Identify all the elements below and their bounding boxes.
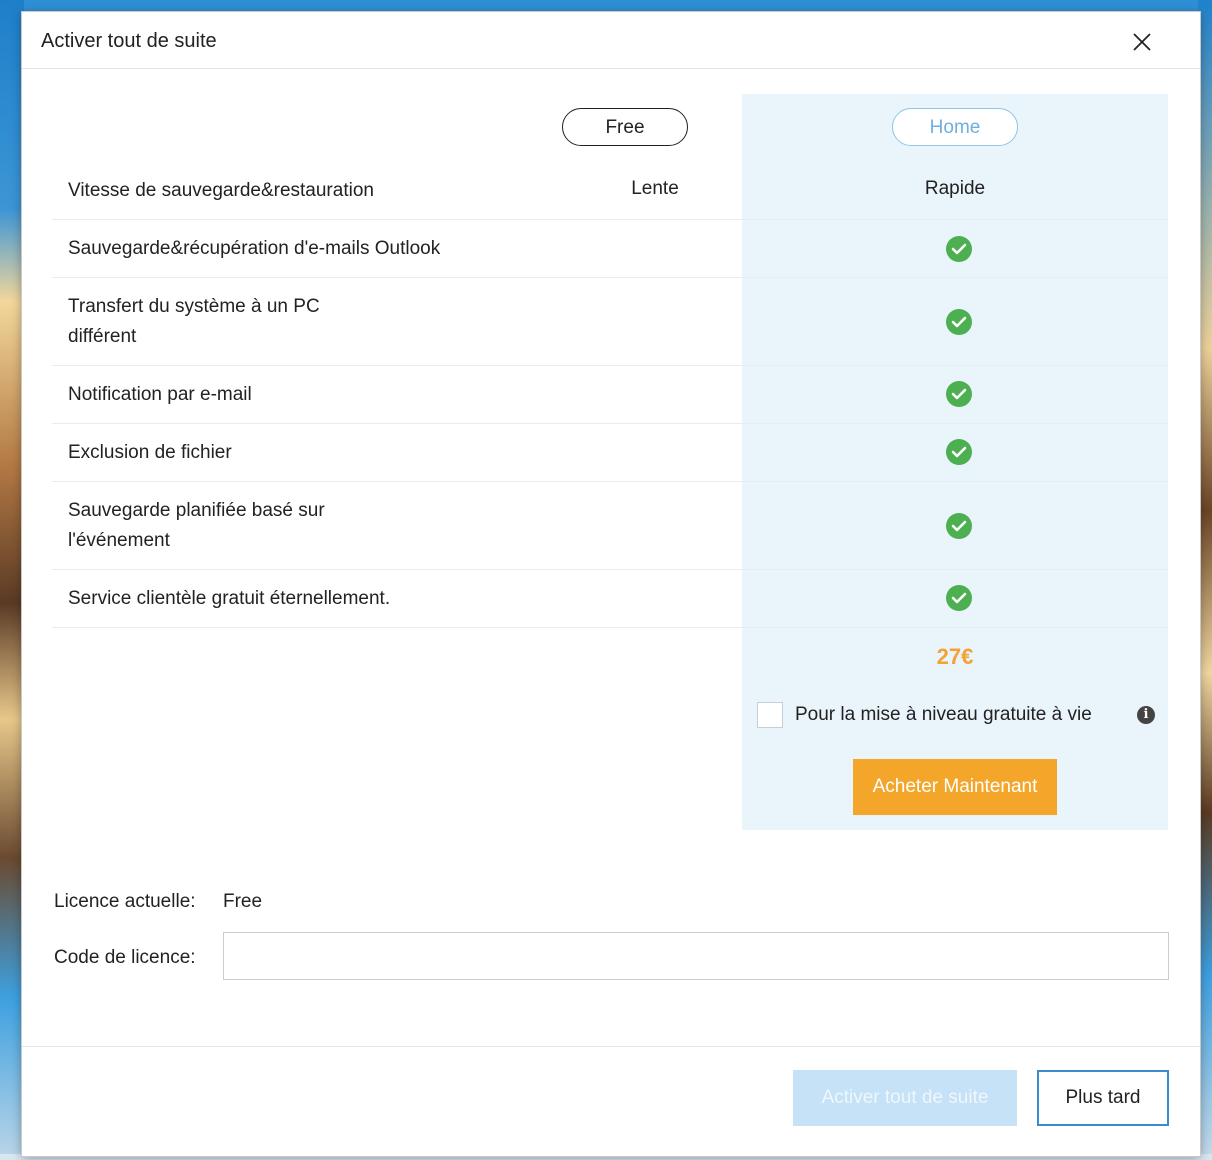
- license-code-input[interactable]: [223, 932, 1169, 980]
- feature-label: Transfert du système à un PC différent: [68, 296, 320, 347]
- dialog-title: Activer tout de suite: [41, 30, 217, 52]
- plan-free-button[interactable]: Free: [562, 108, 688, 146]
- check-circle-icon: [946, 439, 972, 465]
- table-row: Notification par e-mail: [52, 366, 1168, 424]
- check-circle-icon: [946, 309, 972, 335]
- close-icon[interactable]: [1128, 28, 1156, 56]
- feature-label: Sauvegarde planifiée basé sur l'événemen…: [68, 500, 325, 551]
- lifetime-upgrade-label: Pour la mise à niveau gratuite à vie: [795, 704, 1092, 725]
- table-row: Sauvegarde&récupération d'e-mails Outloo…: [52, 220, 1168, 278]
- check-circle-icon: [946, 585, 972, 611]
- feature-label: Vitesse de sauvegarde&restauration: [68, 180, 374, 201]
- later-button[interactable]: Plus tard: [1037, 1070, 1169, 1126]
- table-row: Transfert du système à un PC différent: [52, 278, 1168, 366]
- table-row: Vitesse de sauvegarde&restauration Lente…: [52, 162, 1168, 220]
- current-license-label: Licence actuelle:: [54, 891, 196, 912]
- lifetime-upgrade-checkbox[interactable]: [757, 702, 783, 728]
- desktop-background: [0, 0, 1212, 12]
- check-circle-icon: [946, 513, 972, 539]
- buy-now-button[interactable]: Acheter Maintenant: [853, 759, 1057, 815]
- desktop-background-right: [1198, 0, 1212, 1160]
- check-circle-icon: [946, 236, 972, 262]
- feature-label: Sauvegarde&récupération d'e-mails Outloo…: [68, 238, 441, 259]
- current-license-value: Free: [223, 891, 263, 912]
- plan-home-button[interactable]: Home: [892, 108, 1018, 146]
- check-circle-icon: [946, 381, 972, 407]
- feature-label: Notification par e-mail: [68, 384, 252, 405]
- feature-label: Exclusion de fichier: [68, 442, 232, 463]
- table-row: Exclusion de fichier: [52, 424, 1168, 482]
- free-value: Lente: [631, 178, 679, 199]
- activate-now-button[interactable]: Activer tout de suite: [793, 1070, 1017, 1126]
- activation-dialog: Activer tout de suite Free Home Vitesse …: [22, 12, 1200, 1156]
- footer-divider: [22, 1046, 1200, 1047]
- feature-label: Service clientèle gratuit éternellement.: [68, 588, 391, 609]
- price-label: 27€: [936, 644, 974, 669]
- table-row: Service clientèle gratuit éternellement.: [52, 570, 1168, 628]
- license-code-label: Code de licence:: [54, 947, 196, 968]
- home-value: Rapide: [924, 178, 986, 199]
- table-row: Sauvegarde planifiée basé sur l'événemen…: [52, 482, 1168, 570]
- dialog-titlebar: Activer tout de suite: [22, 12, 1200, 69]
- info-icon[interactable]: i: [1137, 706, 1155, 724]
- desktop-background-left: [0, 0, 24, 1160]
